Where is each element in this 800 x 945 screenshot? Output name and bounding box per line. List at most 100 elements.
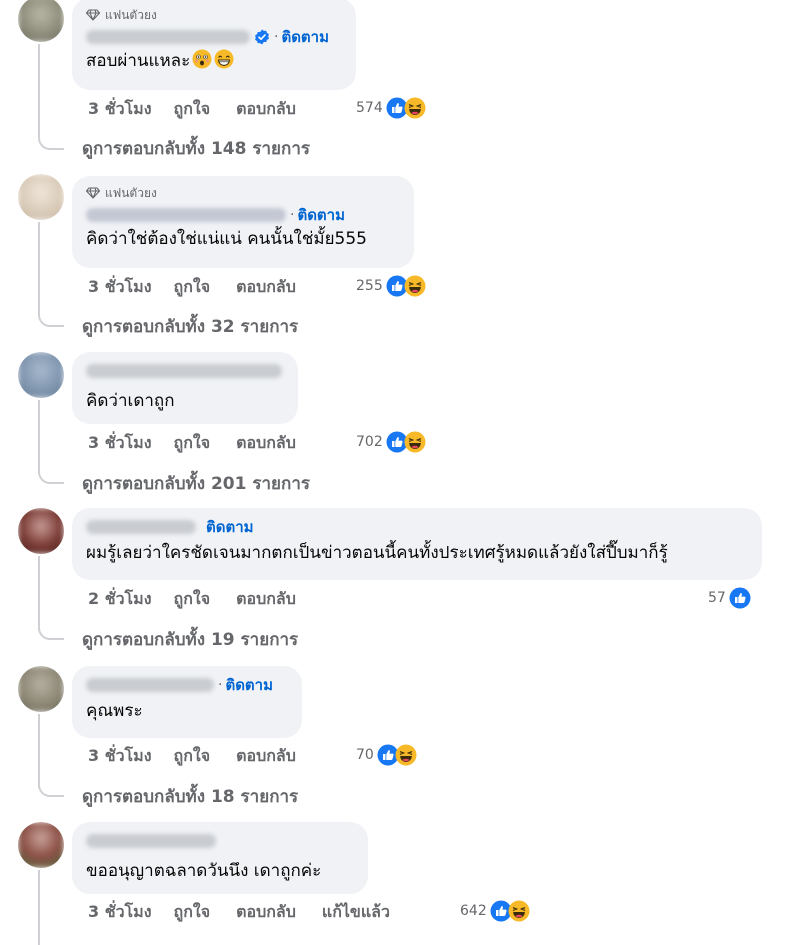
like-button[interactable]: ถูกใจ bbox=[174, 431, 211, 456]
comment-bubble: แฟนตัวยง · ติดตาม สอบผ่านแหละ bbox=[72, 0, 356, 90]
haha-reaction-icon bbox=[404, 431, 426, 453]
diamond-icon bbox=[86, 187, 100, 199]
author-row bbox=[86, 360, 286, 382]
comment-text: คุณพระ bbox=[86, 701, 143, 721]
reply-button[interactable]: ตอบกลับ bbox=[236, 587, 296, 612]
thread-line bbox=[38, 556, 40, 630]
thread-connector bbox=[38, 136, 64, 150]
flushed-emoji-icon bbox=[192, 49, 212, 69]
haha-reaction-icon bbox=[395, 744, 417, 766]
like-button[interactable]: ถูกใจ bbox=[174, 97, 211, 122]
timestamp[interactable]: 3 ชั่วโมง bbox=[88, 431, 152, 456]
reply-button[interactable]: ตอบกลับ bbox=[236, 431, 296, 456]
thread-connector bbox=[38, 783, 64, 797]
view-replies-link[interactable]: ดูการตอบกลับทั้ง 18 รายการ bbox=[82, 783, 298, 810]
thread-line bbox=[38, 714, 40, 788]
thread-connector bbox=[38, 470, 64, 484]
comment-text: ขออนุญาตฉลาดวันนึง เดาถูกค่ะ bbox=[86, 861, 322, 881]
like-reaction-icon bbox=[729, 587, 751, 609]
author-name[interactable] bbox=[86, 364, 282, 378]
comment-text: คิดว่าใช่ต้องใช่แน่แน่ คนนั้นใช่มั้ย555 bbox=[86, 229, 367, 249]
comment-actions: 3 ชั่วโมง ถูกใจ ตอบกลับ bbox=[88, 96, 322, 122]
reaction-count: 70 bbox=[356, 747, 374, 763]
author-row: · ติดตาม bbox=[86, 26, 344, 48]
comment-bubble: คิดว่าเดาถูก bbox=[72, 352, 298, 424]
like-button[interactable]: ถูกใจ bbox=[174, 900, 211, 925]
haha-reaction-icon bbox=[508, 900, 530, 922]
timestamp[interactable]: 2 ชั่วโมง bbox=[88, 587, 152, 612]
reaction-summary[interactable]: 574 bbox=[356, 97, 426, 119]
haha-reaction-icon bbox=[404, 275, 426, 297]
comment-text: สอบผ่านแหละ bbox=[86, 48, 344, 74]
reaction-count: 255 bbox=[356, 278, 383, 294]
comment-bubble: แฟนตัวยง · ติดตาม คิดว่าใช่ต้องใช่แน่แน่… bbox=[72, 176, 414, 268]
reaction-summary[interactable]: 702 bbox=[356, 431, 426, 453]
view-replies-link[interactable]: ดูการตอบกลับทั้ง 19 รายการ bbox=[82, 626, 298, 653]
comment-actions: 3 ชั่วโมง ถูกใจ ตอบกลับ แก้ไขแล้ว bbox=[88, 899, 416, 925]
author-name[interactable] bbox=[86, 30, 250, 44]
comment-actions: 3 ชั่วโมง ถูกใจ ตอบกลับ bbox=[88, 430, 322, 456]
reply-button[interactable]: ตอบกลับ bbox=[236, 900, 296, 925]
like-button[interactable]: ถูกใจ bbox=[174, 587, 211, 612]
grin-emoji-icon bbox=[214, 49, 234, 69]
diamond-icon bbox=[86, 9, 100, 21]
verified-badge-icon bbox=[254, 29, 270, 45]
comment-actions: 2 ชั่วโมง ถูกใจ ตอบกลับ bbox=[88, 586, 322, 612]
avatar[interactable] bbox=[18, 352, 64, 398]
view-replies-link[interactable]: ดูการตอบกลับทั้ง 201 รายการ bbox=[82, 470, 310, 497]
reaction-summary[interactable]: 57 bbox=[708, 587, 751, 609]
comment-text: ผมรู้เลยว่าใครชัดเจนมากตกเป็นข่าวตอนนี้ค… bbox=[86, 543, 668, 563]
timestamp[interactable]: 3 ชั่วโมง bbox=[88, 275, 152, 300]
reaction-count: 57 bbox=[708, 590, 726, 606]
reaction-summary[interactable]: 642 bbox=[460, 900, 530, 922]
author-name[interactable] bbox=[86, 208, 286, 222]
author-row: · ติดตาม bbox=[86, 674, 290, 696]
separator-dot: · bbox=[274, 29, 279, 45]
top-fan-badge[interactable]: แฟนตัวยง bbox=[86, 184, 402, 202]
author-name[interactable] bbox=[86, 520, 196, 534]
author-row: ติดตาม bbox=[86, 516, 750, 538]
thread-line bbox=[38, 870, 40, 945]
top-fan-badge[interactable]: แฟนตัวยง bbox=[86, 6, 344, 24]
avatar[interactable] bbox=[18, 174, 64, 220]
follow-button[interactable]: ติดตาม bbox=[225, 673, 273, 697]
reply-button[interactable]: ตอบกลับ bbox=[236, 275, 296, 300]
reaction-summary[interactable]: 70 bbox=[356, 744, 417, 766]
follow-button[interactable]: ติดตาม bbox=[281, 25, 329, 49]
reaction-count: 574 bbox=[356, 100, 383, 116]
comment-text: คิดว่าเดาถูก bbox=[86, 391, 175, 411]
comment-actions: 3 ชั่วโมง ถูกใจ ตอบกลับ bbox=[88, 274, 322, 300]
like-button[interactable]: ถูกใจ bbox=[174, 275, 211, 300]
timestamp[interactable]: 3 ชั่วโมง bbox=[88, 744, 152, 769]
edited-label: แก้ไขแล้ว bbox=[321, 901, 390, 921]
author-row: · ติดตาม bbox=[86, 204, 402, 226]
author-name[interactable] bbox=[86, 834, 216, 848]
view-replies-link[interactable]: ดูการตอบกลับทั้ง 148 รายการ bbox=[82, 135, 310, 162]
top-fan-label: แฟนตัวยง bbox=[105, 185, 157, 200]
comment-actions: 3 ชั่วโมง ถูกใจ ตอบกลับ bbox=[88, 743, 322, 769]
avatar[interactable] bbox=[18, 508, 64, 554]
follow-button[interactable]: ติดตาม bbox=[297, 203, 345, 227]
follow-button[interactable]: ติดตาม bbox=[206, 515, 254, 539]
avatar[interactable] bbox=[18, 822, 64, 868]
reply-button[interactable]: ตอบกลับ bbox=[236, 97, 296, 122]
timestamp[interactable]: 3 ชั่วโมง bbox=[88, 900, 152, 925]
comment-bubble: ติดตาม ผมรู้เลยว่าใครชัดเจนมากตกเป็นข่าว… bbox=[72, 508, 762, 580]
timestamp[interactable]: 3 ชั่วโมง bbox=[88, 97, 152, 122]
view-replies-link[interactable]: ดูการตอบกลับทั้ง 32 รายการ bbox=[82, 313, 298, 340]
reaction-summary[interactable]: 255 bbox=[356, 275, 426, 297]
top-fan-label: แฟนตัวยง bbox=[105, 7, 157, 22]
avatar[interactable] bbox=[18, 0, 64, 42]
separator-dot: · bbox=[218, 677, 223, 693]
author-row bbox=[86, 830, 356, 852]
separator-dot: · bbox=[290, 207, 295, 223]
comment-bubble: ขออนุญาตฉลาดวันนึง เดาถูกค่ะ bbox=[72, 822, 368, 894]
thread-connector bbox=[38, 313, 64, 327]
avatar[interactable] bbox=[18, 666, 64, 712]
thread-connector bbox=[38, 626, 64, 640]
like-button[interactable]: ถูกใจ bbox=[174, 744, 211, 769]
thread-line bbox=[38, 44, 40, 138]
reply-button[interactable]: ตอบกลับ bbox=[236, 744, 296, 769]
author-name[interactable] bbox=[86, 678, 214, 692]
thread-line bbox=[38, 222, 40, 316]
